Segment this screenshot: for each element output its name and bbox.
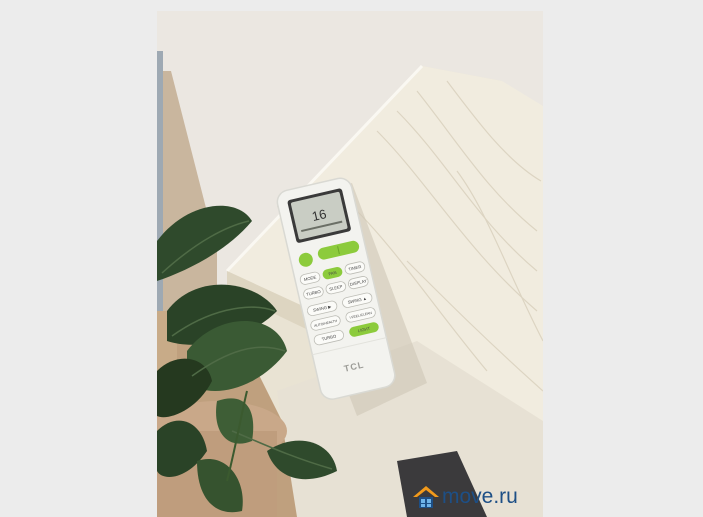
house-logo-icon: [413, 486, 439, 508]
watermark: move.ru: [412, 482, 542, 514]
watermark-text: move.ru: [442, 485, 518, 508]
photo: 16 MODE FAN TIMER TURBO SLEEP DISPLAY SW…: [157, 11, 543, 517]
photo-scene: 16 MODE FAN TIMER TURBO SLEEP DISPLAY SW…: [157, 11, 543, 517]
image-viewer: 16 MODE FAN TIMER TURBO SLEEP DISPLAY SW…: [0, 0, 703, 517]
